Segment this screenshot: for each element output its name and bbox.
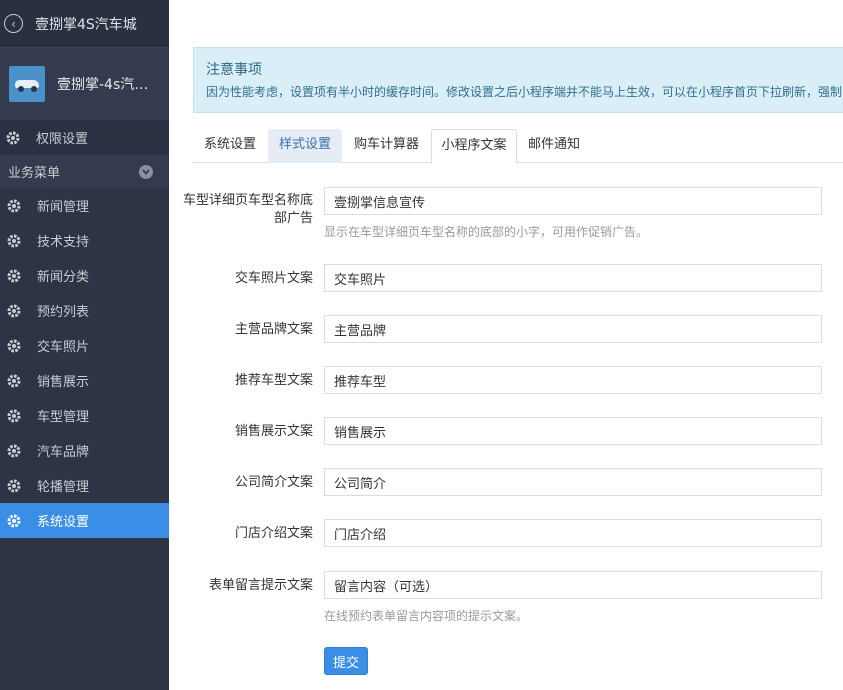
sidebar-item-brands[interactable]: 汽车品牌 <box>0 433 169 468</box>
sidebar-item-news[interactable]: 新闻管理 <box>0 188 169 223</box>
tab-miniprogram-copy[interactable]: 小程序文案 <box>431 129 517 164</box>
shop-profile[interactable]: 壹捌掌-4s汽车... <box>0 48 169 120</box>
form-label: 表单留言提示文案 <box>208 578 313 593</box>
sidebar-section-business[interactable]: 业务菜单 <box>0 155 169 188</box>
back-circle-icon[interactable]: ‹ <box>4 14 23 33</box>
gear-icon <box>5 337 23 355</box>
gear-icon <box>5 302 23 320</box>
store-copy-field[interactable] <box>324 519 822 547</box>
gear-icon <box>5 232 23 250</box>
sidebar-item-label: 车型管理 <box>37 410 90 425</box>
sidebar-item-models[interactable]: 车型管理 <box>0 398 169 433</box>
ad-help-text: 显示在车型详细页车型名称的底部的小字，可用作促销广告。 <box>324 225 649 239</box>
sidebar-item-label: 新闻管理 <box>37 200 90 215</box>
form-label: 销售展示文案 <box>234 424 313 439</box>
sidebar-item-label: 轮播管理 <box>37 480 90 495</box>
tab-system-settings[interactable]: 系统设置 <box>193 129 267 163</box>
gear-icon <box>4 129 22 147</box>
sidebar-item-label: 销售展示 <box>37 375 90 390</box>
app-title: 壹捌掌4S汽车城 <box>35 16 137 33</box>
gear-icon <box>5 197 23 215</box>
sidebar-header: ‹ 壹捌掌4S汽车城 <box>0 0 169 48</box>
sidebar-item-appointments[interactable]: 预约列表 <box>0 293 169 328</box>
sidebar-item-system-settings[interactable]: 系统设置 <box>0 503 169 538</box>
sidebar: ‹ 壹捌掌4S汽车城 壹捌掌-4s汽车... 权限设置 业务菜单 新闻管理 技术… <box>0 0 169 690</box>
gear-icon <box>5 267 23 285</box>
avatar <box>9 66 45 102</box>
notice-box: 注意事项 因为性能考虑，设置项有半小时的缓存时间。修改设置之后小程序端并不能马上… <box>193 47 843 113</box>
form-label: 公司简介文案 <box>234 475 313 490</box>
sidebar-item-label: 交车照片 <box>37 340 90 355</box>
sidebar-item-label: 新闻分类 <box>37 270 90 285</box>
message-hint-field[interactable] <box>324 571 822 599</box>
form-label: 主营品牌文案 <box>234 322 313 337</box>
gear-icon <box>5 407 23 425</box>
tab-style-settings[interactable]: 样式设置 <box>268 129 342 163</box>
section-label: 业务菜单 <box>8 166 61 181</box>
notice-title: 注意事项 <box>206 62 262 78</box>
brand-copy-field[interactable] <box>324 315 822 343</box>
form-label: 交车照片文案 <box>234 271 313 286</box>
notice-text: 因为性能考虑，设置项有半小时的缓存时间。修改设置之后小程序端并不能马上生效，可以… <box>206 85 843 99</box>
gear-icon <box>5 442 23 460</box>
sidebar-item-label: 预约列表 <box>37 305 90 320</box>
settings-tabs: 系统设置 样式设置 购车计算器 小程序文案 邮件通知 <box>193 129 843 164</box>
tab-car-calculator[interactable]: 购车计算器 <box>343 129 430 163</box>
gear-icon <box>5 512 23 530</box>
form-label: 门店介绍文案 <box>234 526 313 541</box>
sidebar-item-label: 技术支持 <box>37 235 90 250</box>
sidebar-item-news-category[interactable]: 新闻分类 <box>0 258 169 293</box>
sidebar-item-carousel[interactable]: 轮播管理 <box>0 468 169 503</box>
sidebar-item-label: 系统设置 <box>37 515 90 530</box>
sidebar-item-sales-showcase[interactable]: 销售展示 <box>0 363 169 398</box>
delivery-copy-field[interactable] <box>324 264 822 292</box>
sidebar-item-support[interactable]: 技术支持 <box>0 223 169 258</box>
gear-icon <box>5 372 23 390</box>
gear-icon <box>5 477 23 495</box>
shop-name: 壹捌掌-4s汽车... <box>57 77 161 93</box>
sidebar-menu: 新闻管理 技术支持 新闻分类 预约列表 交车照片 销售展示 车型管理 汽车品牌 … <box>0 188 169 538</box>
chevron-down-icon <box>139 164 153 179</box>
company-copy-field[interactable] <box>324 468 822 496</box>
submit-button[interactable]: 提交 <box>324 647 368 675</box>
tab-email-notify[interactable]: 邮件通知 <box>518 129 590 163</box>
sidebar-item-label: 汽车品牌 <box>37 445 90 460</box>
recommend-copy-field[interactable] <box>324 366 822 394</box>
sales-copy-field[interactable] <box>324 417 822 445</box>
ad-text-field[interactable] <box>324 187 822 215</box>
sidebar-item-permission[interactable]: 权限设置 <box>0 120 169 155</box>
main-content: 注意事项 因为性能考虑，设置项有半小时的缓存时间。修改设置之后小程序端并不能马上… <box>169 0 843 690</box>
form-label: 车型详细页车型名称底部广告 <box>183 193 314 226</box>
message-help-text: 在线预约表单留言内容项的提示文案。 <box>324 609 529 623</box>
sidebar-item-label: 权限设置 <box>36 132 89 147</box>
form-label: 推荐车型文案 <box>234 373 313 388</box>
sidebar-item-delivery-photos[interactable]: 交车照片 <box>0 328 169 363</box>
